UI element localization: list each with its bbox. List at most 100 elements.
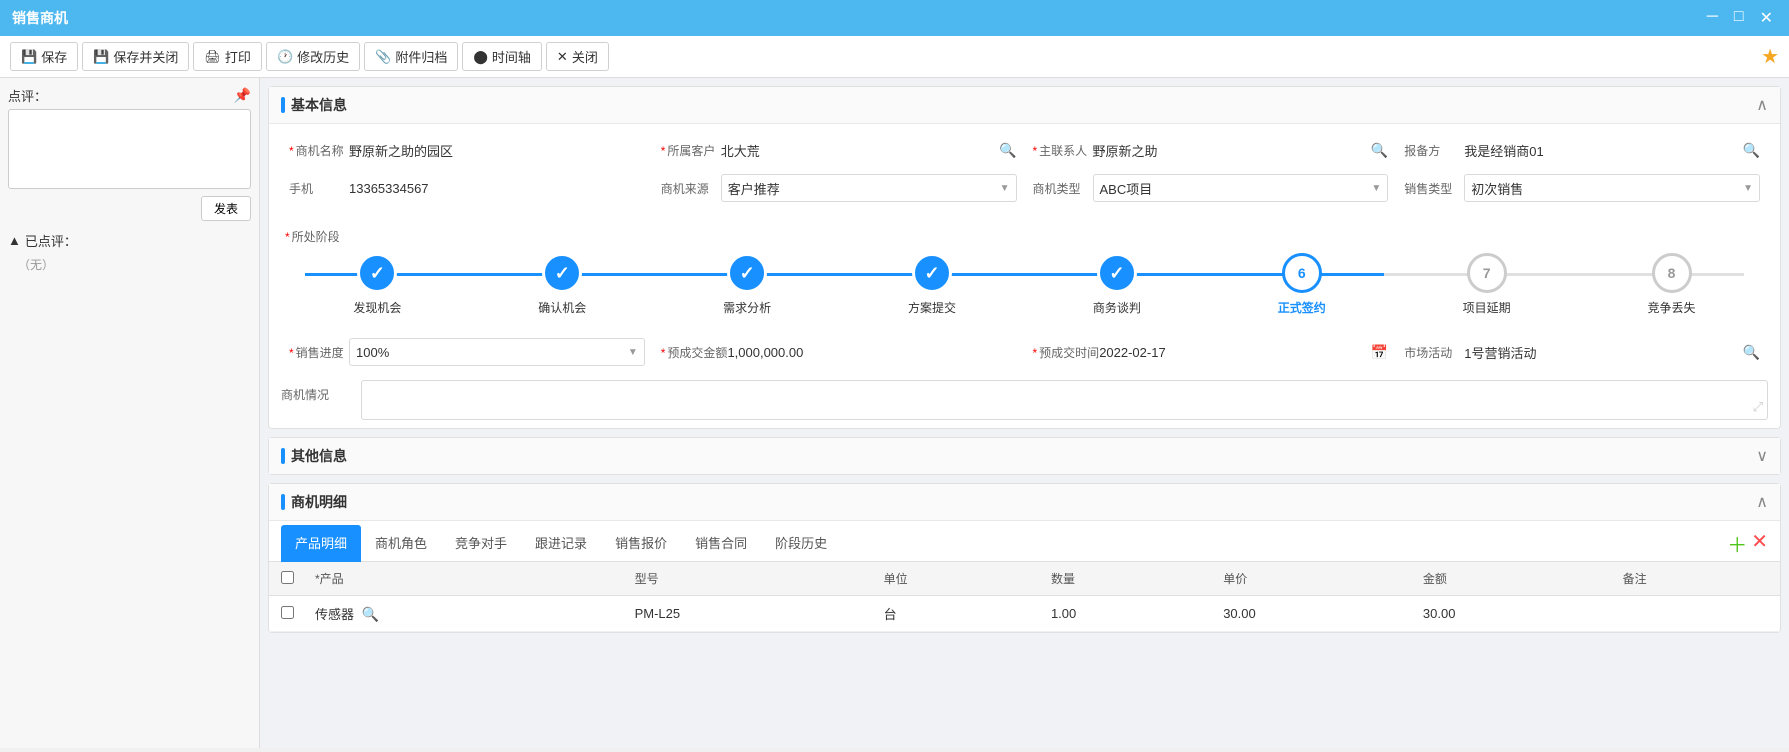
report-label: 报备方: [1404, 142, 1464, 159]
tab-role[interactable]: 商机角色: [361, 525, 441, 562]
save-close-button[interactable]: 💾 保存并关闭: [82, 42, 189, 71]
col-model: 型号: [625, 562, 874, 596]
tab-contract[interactable]: 销售合同: [681, 525, 761, 562]
col-checkbox: [269, 562, 305, 596]
favorite-star[interactable]: ★: [1761, 44, 1779, 69]
contact-search-btn[interactable]: 🔍: [1371, 142, 1388, 159]
sales-type-label: 销售类型: [1404, 180, 1464, 197]
customer-value: 北大荒: [721, 141, 995, 160]
amount-value: 1,000,000.00: [727, 345, 1016, 360]
stage-circle-8: 8: [1652, 253, 1692, 293]
amount-item: 预成交金额 1,000,000.00: [653, 332, 1025, 372]
stage-name-5: 商务谈判: [1093, 299, 1141, 316]
basic-info-header: 基本信息 ∧: [269, 87, 1780, 124]
table-row: 传感器 🔍 PM-L25 台 1.00 30.00 30.00: [269, 596, 1780, 632]
progress-arrow: ▼: [628, 347, 638, 358]
merchant-name-label: 商机名称: [289, 142, 349, 159]
save-close-icon: 💾: [93, 49, 109, 65]
close-window-button[interactable]: ✕: [1756, 8, 1777, 28]
add-row-button[interactable]: ＋: [1727, 529, 1747, 558]
stage-section: 所处阶段 ✓ 发现机会 ✓ 确认机会 ✓: [269, 216, 1780, 328]
row-checkbox-cell: [269, 596, 305, 632]
tab-quote[interactable]: 销售报价: [601, 525, 681, 562]
no-comment-text: （无）: [18, 256, 251, 273]
stage-circle-1: ✓: [357, 253, 397, 293]
detail-section-header: 商机明细 ∧: [269, 484, 1780, 521]
opp-type-select[interactable]: ABC项目 ▼: [1093, 174, 1389, 202]
time-label: 预成交时间: [1033, 344, 1100, 361]
other-info-section: 其他信息 ∨: [268, 437, 1781, 475]
attach-button[interactable]: 📎 附件归档: [364, 42, 458, 71]
other-info-toggle[interactable]: ∨: [1756, 446, 1768, 466]
publish-button[interactable]: 发表: [201, 196, 251, 221]
col-amount: 金额: [1413, 562, 1613, 596]
remark-field[interactable]: ⤢: [361, 380, 1768, 420]
other-section-bar: [281, 448, 285, 464]
sales-type-select[interactable]: 初次销售 ▼: [1464, 174, 1760, 202]
tab-history[interactable]: 阶段历史: [761, 525, 841, 562]
remark-row: 商机情况 ⤢: [269, 376, 1780, 428]
time-item: 预成交时间 2022-02-17 📅: [1025, 332, 1397, 372]
basic-info-section: 基本信息 ∧ 商机名称 野原新之助的园区 所属客户 北大荒 🔍 主联系人 野原新…: [268, 86, 1781, 429]
report-search-btn[interactable]: 🔍: [1743, 142, 1760, 159]
opp-type-label: 商机类型: [1033, 180, 1093, 197]
stage-item-5[interactable]: ✓ 商务谈判: [1025, 253, 1210, 316]
market-item: 市场活动 1号营销活动 🔍: [1396, 332, 1768, 372]
product-search-btn[interactable]: 🔍: [362, 606, 379, 622]
comment-input[interactable]: [8, 109, 251, 189]
sales-type-item: 销售类型 初次销售 ▼: [1396, 168, 1768, 208]
customer-label: 所属客户: [661, 142, 721, 159]
print-button[interactable]: 🖨 打印: [193, 42, 262, 71]
row-amount: 30.00: [1413, 596, 1613, 632]
stage-item-1[interactable]: ✓ 发现机会: [285, 253, 470, 316]
detail-toggle[interactable]: ∧: [1756, 492, 1768, 512]
tab-followup[interactable]: 跟进记录: [521, 525, 601, 562]
contact-item: 主联系人 野原新之助 🔍: [1025, 132, 1397, 168]
sales-type-arrow: ▼: [1743, 183, 1753, 194]
source-item: 商机来源 客户推荐 ▼: [653, 168, 1025, 208]
minimize-button[interactable]: ─: [1703, 8, 1722, 28]
section-bar: [281, 97, 285, 113]
stages-container: ✓ 发现机会 ✓ 确认机会 ✓ 需求分析 ✓ 方案提交: [285, 253, 1764, 316]
row-checkbox[interactable]: [281, 606, 294, 619]
left-panel: 点评： 📌 发表 ▲ 已点评： （无）: [0, 78, 260, 748]
source-dropdown-arrow: ▼: [1000, 183, 1010, 194]
row-unit: 台: [874, 596, 1041, 632]
existing-comments: ▲ 已点评： （无）: [8, 231, 251, 273]
source-label: 商机来源: [661, 180, 721, 197]
calendar-icon[interactable]: 📅: [1371, 344, 1388, 361]
stage-item-6[interactable]: 6 正式签约: [1209, 253, 1394, 316]
stage-item-3[interactable]: ✓ 需求分析: [655, 253, 840, 316]
stage-item-7[interactable]: 7 项目延期: [1394, 253, 1579, 316]
report-value: 我是经销商01: [1464, 141, 1738, 160]
col-remark: 备注: [1613, 562, 1780, 596]
basic-info-toggle[interactable]: ∧: [1756, 95, 1768, 115]
progress-select[interactable]: 100% ▼: [349, 338, 645, 366]
sales-progress-row: 销售进度 100% ▼ 预成交金额 1,000,000.00 预成交时间 202…: [269, 328, 1780, 376]
stage-item-8[interactable]: 8 竞争丢失: [1579, 253, 1764, 316]
stage-item-2[interactable]: ✓ 确认机会: [470, 253, 655, 316]
stage-name-6: 正式签约: [1278, 299, 1326, 316]
stage-item-4[interactable]: ✓ 方案提交: [840, 253, 1025, 316]
stage-name-1: 发现机会: [353, 299, 401, 316]
close-button[interactable]: ✕ 关闭: [546, 42, 609, 71]
other-info-title: 其他信息: [281, 446, 347, 466]
progress-value: 100%: [356, 345, 628, 360]
opp-type-item: 商机类型 ABC项目 ▼: [1025, 168, 1397, 208]
timeline-button[interactable]: ⬤ 时间轴: [462, 42, 542, 71]
tab-competitor[interactable]: 竞争对手: [441, 525, 521, 562]
maximize-button[interactable]: □: [1730, 8, 1748, 28]
select-all-checkbox[interactable]: [281, 571, 294, 584]
close-icon: ✕: [557, 49, 568, 65]
remove-row-button[interactable]: ✕: [1751, 529, 1768, 558]
stage-name-8: 竞争丢失: [1648, 299, 1696, 316]
history-button[interactable]: 🕐 修改历史: [266, 42, 360, 71]
market-search-btn[interactable]: 🔍: [1743, 344, 1760, 361]
tab-product[interactable]: 产品明细: [281, 525, 361, 562]
col-unit: 单位: [874, 562, 1041, 596]
source-select[interactable]: 客户推荐 ▼: [721, 174, 1017, 202]
save-button[interactable]: 💾 保存: [10, 42, 78, 71]
timeline-icon: ⬤: [473, 49, 488, 65]
print-icon: 🖨: [204, 49, 221, 65]
customer-search-btn[interactable]: 🔍: [999, 142, 1016, 159]
